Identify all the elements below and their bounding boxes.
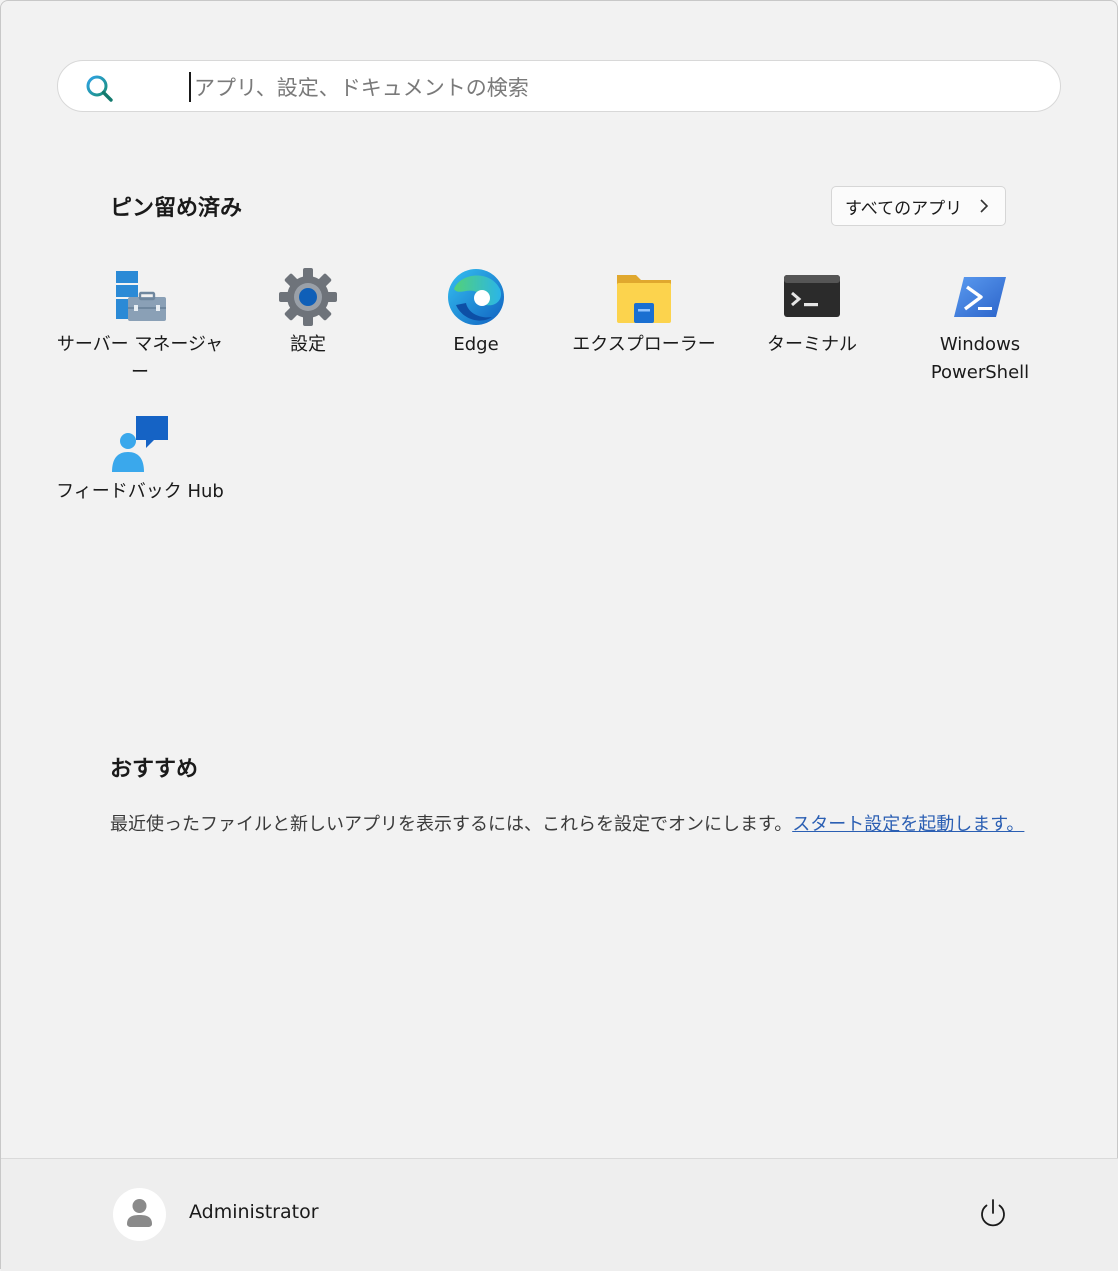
app-label: エクスプローラー bbox=[572, 334, 716, 355]
user-name[interactable]: Administrator bbox=[189, 1201, 319, 1223]
start-settings-link[interactable]: スタート設定を起動します。 bbox=[792, 814, 1024, 835]
edge-icon bbox=[448, 269, 504, 325]
folder-icon bbox=[617, 275, 671, 323]
all-apps-button[interactable]: すべてのアプリ bbox=[831, 186, 1006, 226]
powershell-icon bbox=[954, 277, 1006, 317]
pinned-title: ピン留め済み bbox=[110, 196, 243, 221]
pinned-app-feedback-hub[interactable]: フィードバック Hub bbox=[56, 414, 224, 506]
gear-icon bbox=[279, 268, 337, 326]
power-icon[interactable] bbox=[976, 1197, 1010, 1231]
terminal-icon bbox=[784, 275, 840, 317]
user-icon bbox=[127, 1199, 152, 1227]
pinned-app-powershell[interactable]: Windows PowerShell bbox=[896, 267, 1064, 387]
pinned-app-edge[interactable]: Edge bbox=[392, 267, 560, 359]
server-manager-icon bbox=[116, 271, 166, 321]
search-input[interactable] bbox=[192, 67, 1046, 109]
start-footer bbox=[1, 1158, 1118, 1271]
search-box[interactable] bbox=[57, 60, 1061, 112]
app-label: ターミナル bbox=[767, 334, 857, 355]
user-avatar[interactable] bbox=[113, 1188, 166, 1241]
chevron-right-icon bbox=[980, 199, 989, 213]
app-label: Edge bbox=[453, 334, 499, 355]
app-label: 設定 bbox=[290, 334, 326, 355]
search-icon bbox=[86, 75, 113, 102]
app-label: サーバー マネージャー bbox=[56, 334, 224, 383]
pinned-app-settings[interactable]: 設定 bbox=[224, 267, 392, 359]
app-label: フィードバック Hub bbox=[56, 481, 224, 502]
app-label: Windows PowerShell bbox=[930, 334, 1030, 383]
recommended-title: おすすめ bbox=[110, 757, 199, 782]
all-apps-label: すべてのアプリ bbox=[845, 198, 963, 219]
recommended-text: 最近使ったファイルと新しいアプリを表示するには、これらを設定でオンにします。 bbox=[110, 814, 793, 835]
pinned-app-explorer[interactable]: エクスプローラー bbox=[560, 267, 728, 359]
pinned-app-terminal[interactable]: ターミナル bbox=[728, 267, 896, 359]
text-caret bbox=[189, 72, 191, 102]
start-menu: ピン留め済み すべてのアプリ サーバー マネージャー bbox=[0, 0, 1118, 1271]
recommended-message: 最近使ったファイルと新しいアプリを表示するには、これらを設定でオンにします。スタ… bbox=[110, 810, 1024, 836]
pinned-app-server-manager[interactable]: サーバー マネージャー bbox=[56, 267, 224, 387]
feedback-hub-icon bbox=[112, 416, 168, 472]
